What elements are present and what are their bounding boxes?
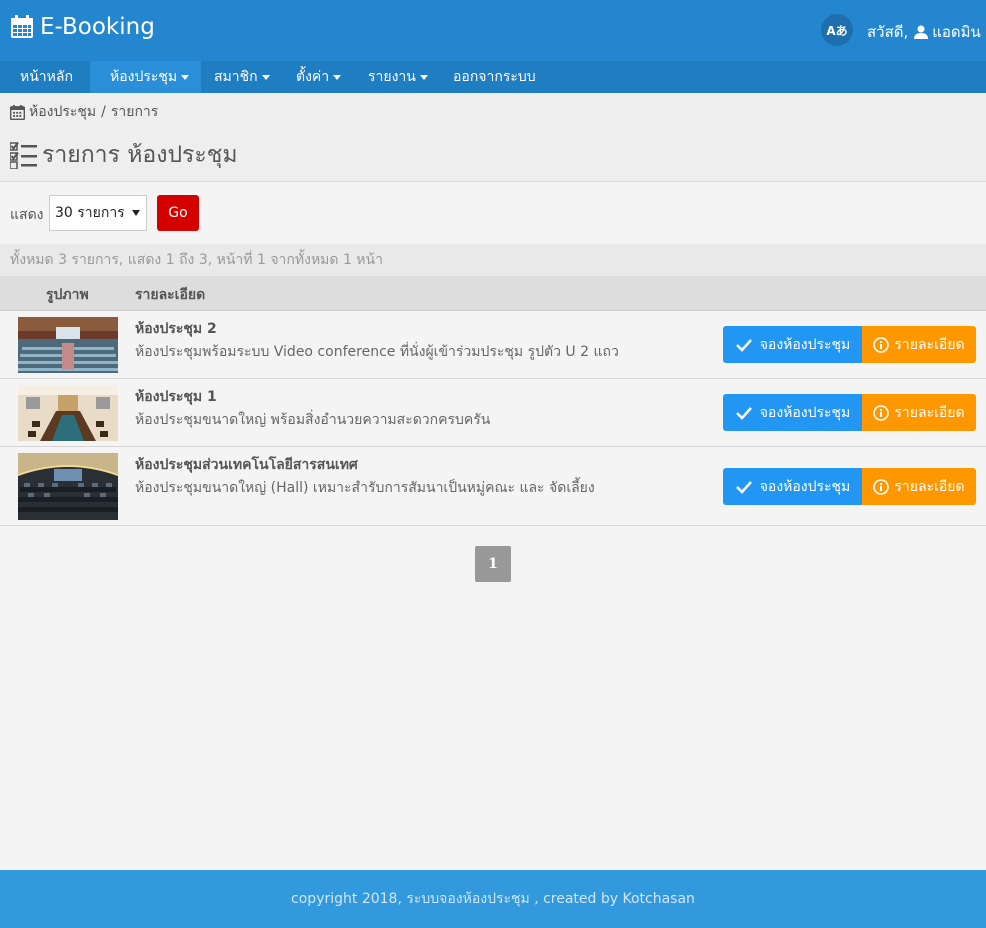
nav-label: รายงาน <box>368 69 416 85</box>
breadcrumb-parent[interactable]: ห้องประชุม <box>29 101 96 123</box>
nav-label: หน้าหลัก <box>20 69 73 85</box>
per-page-value: 30 รายการ <box>55 205 125 221</box>
room-detail-label: รายละเอียด <box>894 478 965 495</box>
go-button[interactable]: Go <box>157 195 199 231</box>
app-brand[interactable]: E-Booking <box>10 14 155 40</box>
top-header: E-Booking Aあ สวัสดี, แอดมิน <box>0 0 986 61</box>
nav-label: ห้องประชุม <box>110 69 178 85</box>
room-description: ห้องประชุมพร้อมระบบ Video conference ที่… <box>135 344 619 360</box>
app-title: E-Booking <box>40 14 155 40</box>
table-row: ห้องประชุม 2 ห้องประชุมพร้อมระบบ Video c… <box>0 311 986 379</box>
nav-item-logout[interactable]: ออกจากระบบ <box>445 61 544 93</box>
chevron-down-icon <box>419 74 428 80</box>
room-detail-label: รายละเอียด <box>894 336 965 353</box>
book-room-button[interactable]: จองห้องประชุม <box>723 394 863 431</box>
page-title: รายการ ห้องประชุม <box>10 137 238 173</box>
room-thumbnail[interactable] <box>18 385 118 441</box>
room-description: ห้องประชุมขนาดใหญ่ (Hall) เหมาะสำรับการส… <box>135 480 595 496</box>
greeting-text: สวัสดี, <box>867 23 909 41</box>
result-summary: ทั้งหมด 3 รายการ, แสดง 1 ถึง 3, หน้าที่ … <box>0 244 986 276</box>
chevron-down-icon <box>333 74 342 80</box>
check-icon <box>735 480 752 494</box>
calendar-icon <box>11 15 33 38</box>
nav-item-reports[interactable]: รายงาน <box>360 61 436 93</box>
language-switch-button[interactable]: Aあ <box>821 14 853 46</box>
book-room-button[interactable]: จองห้องประชุม <box>723 468 863 505</box>
title-band: ห้องประชุม / รายการ รายการ ห้องประชุม <box>0 93 986 182</box>
breadcrumb-current[interactable]: รายการ <box>111 101 158 123</box>
column-header-detail[interactable]: รายละเอียด <box>135 284 205 306</box>
nav-label: สมาชิก <box>214 69 258 85</box>
page-title-text: รายการ ห้องประชุม <box>42 142 238 168</box>
room-title: ห้องประชุม 2 <box>135 321 217 337</box>
book-room-label: จองห้องประชุม <box>759 478 851 495</box>
book-room-label: จองห้องประชุม <box>759 336 851 353</box>
table-row: ห้องประชุม 1 ห้องประชุมขนาดใหญ่ พร้อมสิ่… <box>0 379 986 447</box>
room-thumbnail[interactable] <box>18 453 118 520</box>
table-row: ห้องประชุมส่วนเทคโนโลยีสารสนเทศ ห้องประช… <box>0 447 986 526</box>
nav-label: ตั้งค่า <box>296 69 330 85</box>
user-greeting[interactable]: สวัสดี, แอดมิน <box>867 20 981 44</box>
calendar-icon <box>10 104 25 120</box>
pagination-page-1[interactable]: 1 <box>475 546 511 582</box>
room-thumbnail[interactable] <box>18 317 118 373</box>
user-icon <box>914 25 929 39</box>
chevron-down-icon <box>261 74 270 80</box>
room-detail-button[interactable]: รายละเอียด <box>862 394 976 431</box>
info-icon <box>873 404 890 421</box>
info-icon <box>873 336 890 353</box>
check-icon <box>735 338 752 352</box>
nav-item-meeting-rooms[interactable]: ห้องประชุม <box>90 61 202 93</box>
room-description: ห้องประชุมขนาดใหญ่ พร้อมสิ่งอำนวยความสะด… <box>135 412 491 428</box>
book-room-button[interactable]: จองห้องประชุม <box>723 326 863 363</box>
info-icon <box>873 478 890 495</box>
language-icon: Aあ <box>826 23 848 38</box>
breadcrumb-separator: / <box>101 104 106 120</box>
nav-item-members[interactable]: สมาชิก <box>206 61 278 93</box>
dropdown-arrow-icon <box>132 210 140 216</box>
room-detail-button[interactable]: รายละเอียด <box>862 326 976 363</box>
nav-item-settings[interactable]: ตั้งค่า <box>288 61 349 93</box>
column-header-image[interactable]: รูปภาพ <box>46 284 89 306</box>
room-title: ห้องประชุม 1 <box>135 389 217 405</box>
user-name: แอดมิน <box>932 23 981 41</box>
checklist-icon <box>10 141 37 169</box>
breadcrumb: ห้องประชุม / รายการ <box>10 101 158 123</box>
room-detail-button[interactable]: รายละเอียด <box>862 468 976 505</box>
chevron-down-icon <box>181 74 190 80</box>
book-room-label: จองห้องประชุม <box>759 404 851 421</box>
table-header: รูปภาพ รายละเอียด <box>0 276 986 311</box>
footer: copyright 2018, ระบบจองห้องประชุม , crea… <box>0 870 986 928</box>
nav-item-home[interactable]: หน้าหลัก <box>12 61 81 93</box>
room-title: ห้องประชุมส่วนเทคโนโลยีสารสนเทศ <box>135 457 358 473</box>
show-label: แสดง <box>10 207 44 223</box>
check-icon <box>735 406 752 420</box>
nav-label: ออกจากระบบ <box>453 69 536 85</box>
main-nav: หน้าหลัก ห้องประชุม สมาชิก ตั้งค่า รายงา… <box>0 61 986 93</box>
room-detail-label: รายละเอียด <box>894 404 965 421</box>
per-page-select[interactable]: 30 รายการ <box>49 195 147 231</box>
